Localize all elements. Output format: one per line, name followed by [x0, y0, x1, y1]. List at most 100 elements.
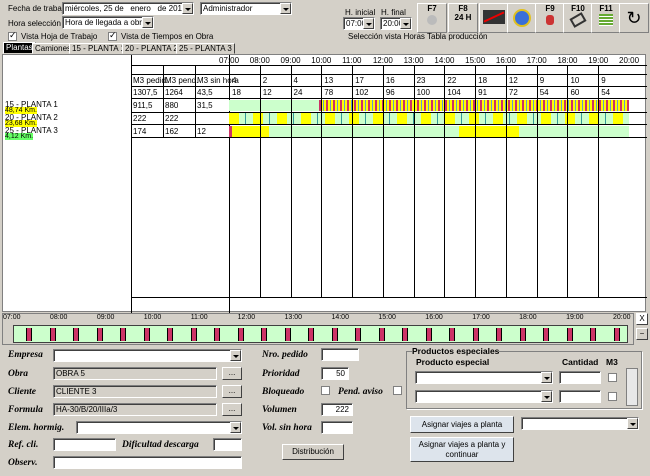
globe-button[interactable]: [507, 3, 537, 33]
producto-select[interactable]: [415, 390, 553, 403]
cantidad-field[interactable]: [559, 371, 601, 384]
hour-value: 96: [385, 88, 395, 97]
hour-value: 22: [447, 76, 457, 85]
m3-checkbox[interactable]: [608, 392, 617, 401]
hour-value: 100: [416, 88, 430, 97]
m3-col: M3: [606, 357, 618, 367]
plant-sinhora: 31,5: [197, 101, 213, 110]
close-button[interactable]: X: [636, 313, 648, 325]
tab-camiones[interactable]: Camiones: [32, 43, 75, 54]
empresa-label: Empresa: [8, 350, 43, 360]
cliente-field[interactable]: CLIENTE 3: [53, 385, 217, 398]
h-final-select[interactable]: 20:00: [380, 17, 412, 30]
plant-timeline-bar[interactable]: [229, 113, 629, 124]
hour-value: 2: [262, 76, 268, 85]
cliente-lookup-button[interactable]: ...: [222, 385, 242, 398]
hour-value: 12: [508, 76, 518, 85]
hour-line: [352, 65, 354, 297]
timeline-mark: [402, 328, 408, 341]
chevron-down-icon[interactable]: [230, 350, 241, 361]
hour-value: 16: [385, 76, 395, 85]
h-inicial-label: H. inicial: [345, 8, 376, 17]
hour-value: 104: [447, 88, 461, 97]
distribucion-button[interactable]: Distribución: [282, 444, 344, 460]
elem-hormig-select[interactable]: [76, 421, 242, 434]
chevron-down-icon[interactable]: [363, 18, 374, 29]
minus-button[interactable]: −: [636, 328, 648, 340]
timeline-mark: [519, 328, 526, 341]
f9-button[interactable]: F9: [535, 3, 565, 33]
hour-line: [598, 65, 600, 297]
plant-pedid: 911,5: [133, 101, 153, 110]
vista-tiempos-checkbox[interactable]: [108, 30, 117, 41]
vol-sin-hora-field[interactable]: [321, 421, 353, 434]
plant-timeline-bar[interactable]: [229, 100, 629, 111]
timeline-hour-label: 15:00: [378, 314, 396, 321]
observ-field[interactable]: [53, 456, 242, 469]
timeline-mark: [214, 328, 220, 341]
dificultad-field[interactable]: [213, 438, 242, 451]
bloqueado-checkbox[interactable]: [321, 386, 330, 395]
formula-lookup-button[interactable]: ...: [222, 403, 242, 416]
nro-pedido-field[interactable]: [321, 348, 359, 361]
fecha-field[interactable]: miércoles, 25 de enero de 2012: [62, 2, 194, 15]
obra-lookup-button[interactable]: ...: [222, 367, 242, 380]
prioridad-field[interactable]: 50: [321, 367, 349, 380]
chevron-down-icon[interactable]: [230, 422, 241, 433]
truck-cancel-button[interactable]: [479, 3, 509, 33]
hour-line: [505, 65, 507, 297]
chevron-down-icon[interactable]: [627, 418, 638, 429]
plant-timeline-bar[interactable]: [229, 126, 629, 137]
m3-checkbox[interactable]: [608, 373, 617, 382]
f10-button[interactable]: F10: [563, 3, 593, 33]
empresa-select[interactable]: [53, 349, 242, 362]
vista-hoja-checkbox[interactable]: [8, 30, 17, 41]
ref-cli-field[interactable]: [53, 438, 116, 451]
hour-value: 54: [539, 88, 549, 97]
user-select[interactable]: Administrador: [200, 2, 292, 15]
pend-aviso-checkbox[interactable]: [393, 386, 402, 395]
tab-planta-3[interactable]: 25 - PLANTA 3: [176, 43, 235, 54]
productos-title: Productos especiales: [412, 346, 500, 356]
producto-col: Producto especial: [416, 357, 490, 367]
obra-field[interactable]: OBRA 5: [53, 367, 217, 380]
timeline-hour-label: 19:00: [566, 314, 584, 321]
productos-scrollbar[interactable]: [626, 368, 638, 406]
h-final-label: H. final: [381, 8, 406, 17]
bloqueado-label: Bloqueado: [262, 387, 305, 397]
chevron-down-icon[interactable]: [142, 17, 153, 28]
asignar-continuar-button[interactable]: Asignar viajes a planta y continuar: [410, 437, 514, 462]
hour-value: 91: [478, 88, 488, 97]
hour-value: 12: [262, 88, 272, 97]
col-head-pend: M3 pend.: [165, 76, 199, 85]
cantidad-field[interactable]: [559, 390, 601, 403]
tab-plantas[interactable]: Plantas: [3, 42, 36, 54]
producto-select[interactable]: [415, 371, 553, 384]
asignar-button[interactable]: Asignar viajes a planta: [410, 416, 514, 433]
timeline-mark: [96, 328, 103, 341]
volumen-field[interactable]: 222: [321, 403, 353, 416]
hour-label: 15:00: [465, 56, 486, 65]
f7-button[interactable]: F7: [417, 3, 447, 33]
chevron-down-icon[interactable]: [541, 372, 552, 383]
tab-planta-1[interactable]: 15 - PLANTA 1: [69, 43, 128, 54]
refresh-button[interactable]: ↻: [619, 3, 649, 33]
hora-seleccion-select[interactable]: Hora de llegada a obra: [62, 16, 154, 29]
formula-field[interactable]: HA-30/B/20/IIIa/3: [53, 403, 217, 416]
chevron-down-icon[interactable]: [400, 18, 411, 29]
chevron-down-icon[interactable]: [280, 3, 291, 14]
asignar-select[interactable]: [521, 417, 639, 430]
obra-label: Obra: [8, 369, 29, 379]
circle-icon: [427, 15, 437, 25]
h-inicial-select[interactable]: 07:00: [343, 17, 375, 30]
timeline-hour-label: 09:00: [96, 314, 115, 321]
f11-button[interactable]: F11: [591, 3, 621, 33]
timeline-hour-label: 11:00: [190, 314, 208, 321]
f8-button[interactable]: F8 24 H: [448, 3, 478, 33]
hour-value: 24: [293, 88, 303, 97]
tab-planta-2[interactable]: 20 - PLANTA 2: [122, 43, 181, 54]
chevron-down-icon[interactable]: [541, 391, 552, 402]
chevron-down-icon[interactable]: [182, 3, 193, 14]
nro-pedido-label: Nro. pedido: [262, 350, 308, 360]
timeline-bar[interactable]: [13, 325, 628, 343]
